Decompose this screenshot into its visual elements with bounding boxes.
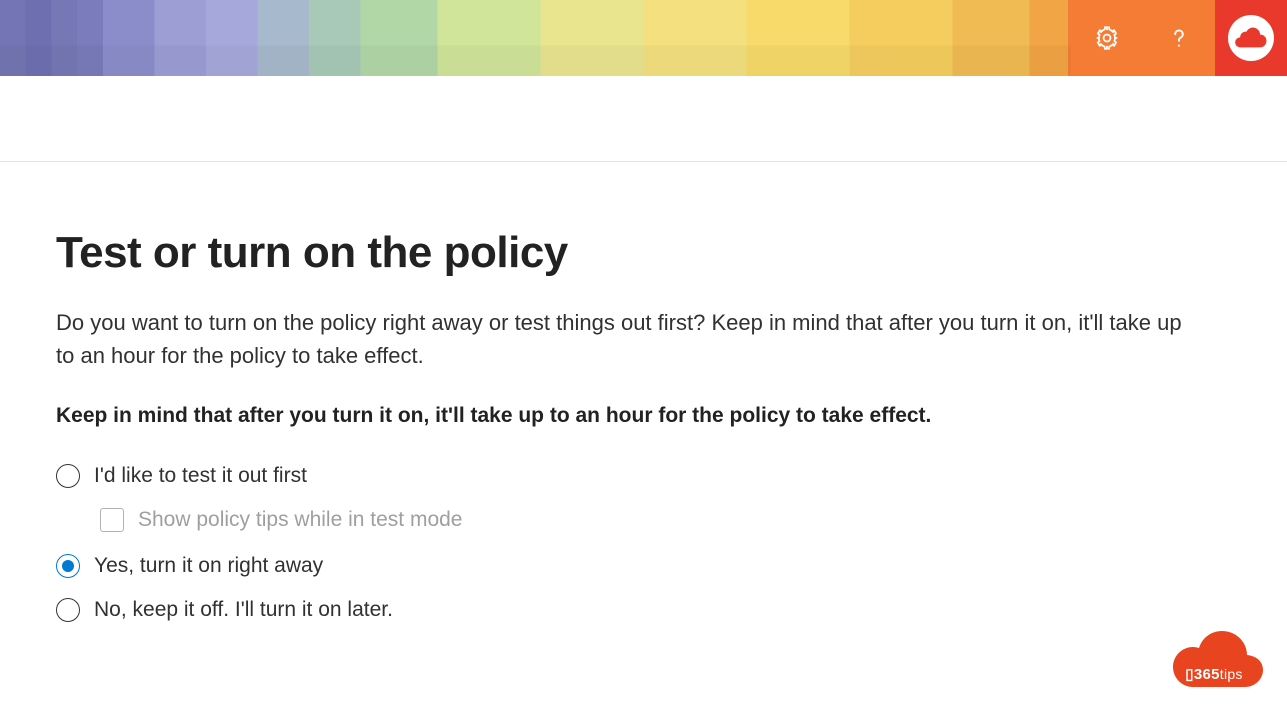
page-description: Do you want to turn on the policy right … xyxy=(56,306,1206,372)
radio-icon xyxy=(56,598,80,622)
header-actions xyxy=(1071,0,1287,76)
policy-options: I'd like to test it out first Show polic… xyxy=(56,464,1231,622)
avatar-cloud-icon xyxy=(1233,26,1269,50)
option-keep-off[interactable]: No, keep it off. I'll turn it on later. xyxy=(56,598,1231,622)
radio-icon xyxy=(56,554,80,578)
sub-option-label: Show policy tips while in test mode xyxy=(138,508,463,532)
option-show-policy-tips: Show policy tips while in test mode xyxy=(100,508,1231,532)
brand-sub: tips xyxy=(1220,666,1243,682)
avatar xyxy=(1228,15,1274,61)
option-turn-on-now[interactable]: Yes, turn it on right away xyxy=(56,554,1231,578)
account-button[interactable] xyxy=(1215,0,1287,76)
brand-text: ▯365tips xyxy=(1159,665,1269,683)
radio-icon xyxy=(56,464,80,488)
main-content: Test or turn on the policy Do you want t… xyxy=(0,162,1287,622)
checkbox-icon xyxy=(100,508,124,532)
app-header xyxy=(0,0,1287,76)
ribbon-area xyxy=(0,76,1287,162)
brand-badge[interactable]: ▯365tips xyxy=(1159,627,1269,699)
page-title: Test or turn on the policy xyxy=(56,228,1231,278)
settings-button[interactable] xyxy=(1071,0,1143,76)
cloud-icon xyxy=(1159,627,1269,699)
option-label: Yes, turn it on right away xyxy=(94,554,323,578)
help-button[interactable] xyxy=(1143,0,1215,76)
option-test-first[interactable]: I'd like to test it out first xyxy=(56,464,1231,488)
brand-main: ▯365 xyxy=(1185,666,1220,683)
gear-icon xyxy=(1094,25,1120,51)
option-label: I'd like to test it out first xyxy=(94,464,307,488)
option-label: No, keep it off. I'll turn it on later. xyxy=(94,598,393,622)
question-icon xyxy=(1166,25,1192,51)
page-note: Keep in mind that after you turn it on, … xyxy=(56,404,1231,428)
